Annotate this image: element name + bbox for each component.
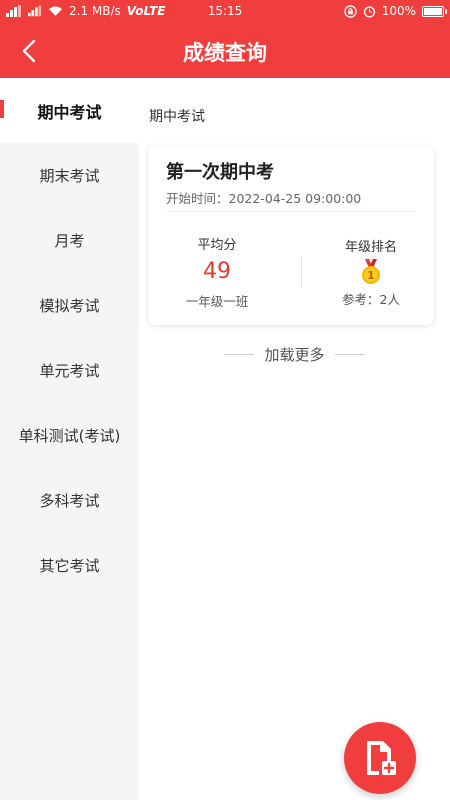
nav-bar: 成绩查询 bbox=[0, 24, 450, 78]
sidebar-item-monthly[interactable]: 月考 bbox=[0, 208, 139, 273]
card-divider bbox=[166, 211, 416, 212]
exam-card[interactable]: 第一次期中考 开始时间：2022-04-25 09:00:00 平均分 49 一… bbox=[148, 146, 434, 325]
alarm-icon bbox=[363, 5, 375, 18]
sidebar-item-multi-subject[interactable]: 多科考试 bbox=[0, 468, 139, 533]
exam-start-time: 开始时间：2022-04-25 09:00:00 bbox=[166, 191, 362, 206]
load-more-label: 加载更多 bbox=[264, 346, 325, 364]
status-bar: 2.1 MB/s VoLTE 15:15 100% bbox=[0, 0, 450, 24]
sidebar-item-final[interactable]: 期末考试 bbox=[0, 143, 139, 208]
exam-type-sidebar: 期中考试 期末考试 月考 模拟考试 单元考试 单科测试(考试) 多科考试 其它考… bbox=[0, 78, 139, 800]
load-more-line-right bbox=[334, 354, 365, 355]
sidebar-item-unit[interactable]: 单元考试 bbox=[0, 338, 139, 403]
participants-count: 参考：2人 bbox=[342, 292, 400, 307]
exam-title: 第一次期中考 bbox=[166, 162, 274, 183]
average-label: 平均分 bbox=[197, 238, 237, 253]
gold-medal-icon: 1 bbox=[362, 259, 380, 284]
sidebar-item-midterm[interactable]: 期中考试 bbox=[0, 78, 139, 143]
average-value: 49 bbox=[203, 259, 231, 284]
add-document-icon bbox=[367, 741, 396, 775]
page-title: 成绩查询 bbox=[183, 41, 267, 65]
sidebar-item-single-subject[interactable]: 单科测试(考试) bbox=[0, 403, 139, 468]
battery-icon bbox=[422, 5, 447, 17]
section-title: 期中考试 bbox=[149, 109, 205, 125]
load-more-line-left bbox=[224, 354, 255, 355]
lock-rotation-icon bbox=[343, 4, 357, 18]
battery-percent: 100% bbox=[381, 4, 416, 18]
average-score-block: 平均分 49 一年级一班 bbox=[162, 234, 272, 310]
rank-label: 年级排名 bbox=[344, 240, 397, 255]
class-name: 一年级一班 bbox=[185, 294, 249, 309]
add-record-button[interactable] bbox=[344, 722, 416, 794]
stat-divider bbox=[301, 256, 302, 288]
sidebar-item-mock[interactable]: 模拟考试 bbox=[0, 273, 139, 338]
grade-rank-block: 年级排名 1 参考：2人 bbox=[326, 236, 416, 308]
top-bar: 2.1 MB/s VoLTE 15:15 100% 成绩查询 bbox=[0, 0, 450, 78]
rank-value: 1 bbox=[367, 269, 375, 282]
main-content: 期中考试 第一次期中考 开始时间：2022-04-25 09:00:00 平均分… bbox=[139, 78, 450, 800]
sidebar-item-other[interactable]: 其它考试 bbox=[0, 533, 139, 598]
load-more[interactable]: 加载更多 bbox=[139, 344, 450, 365]
